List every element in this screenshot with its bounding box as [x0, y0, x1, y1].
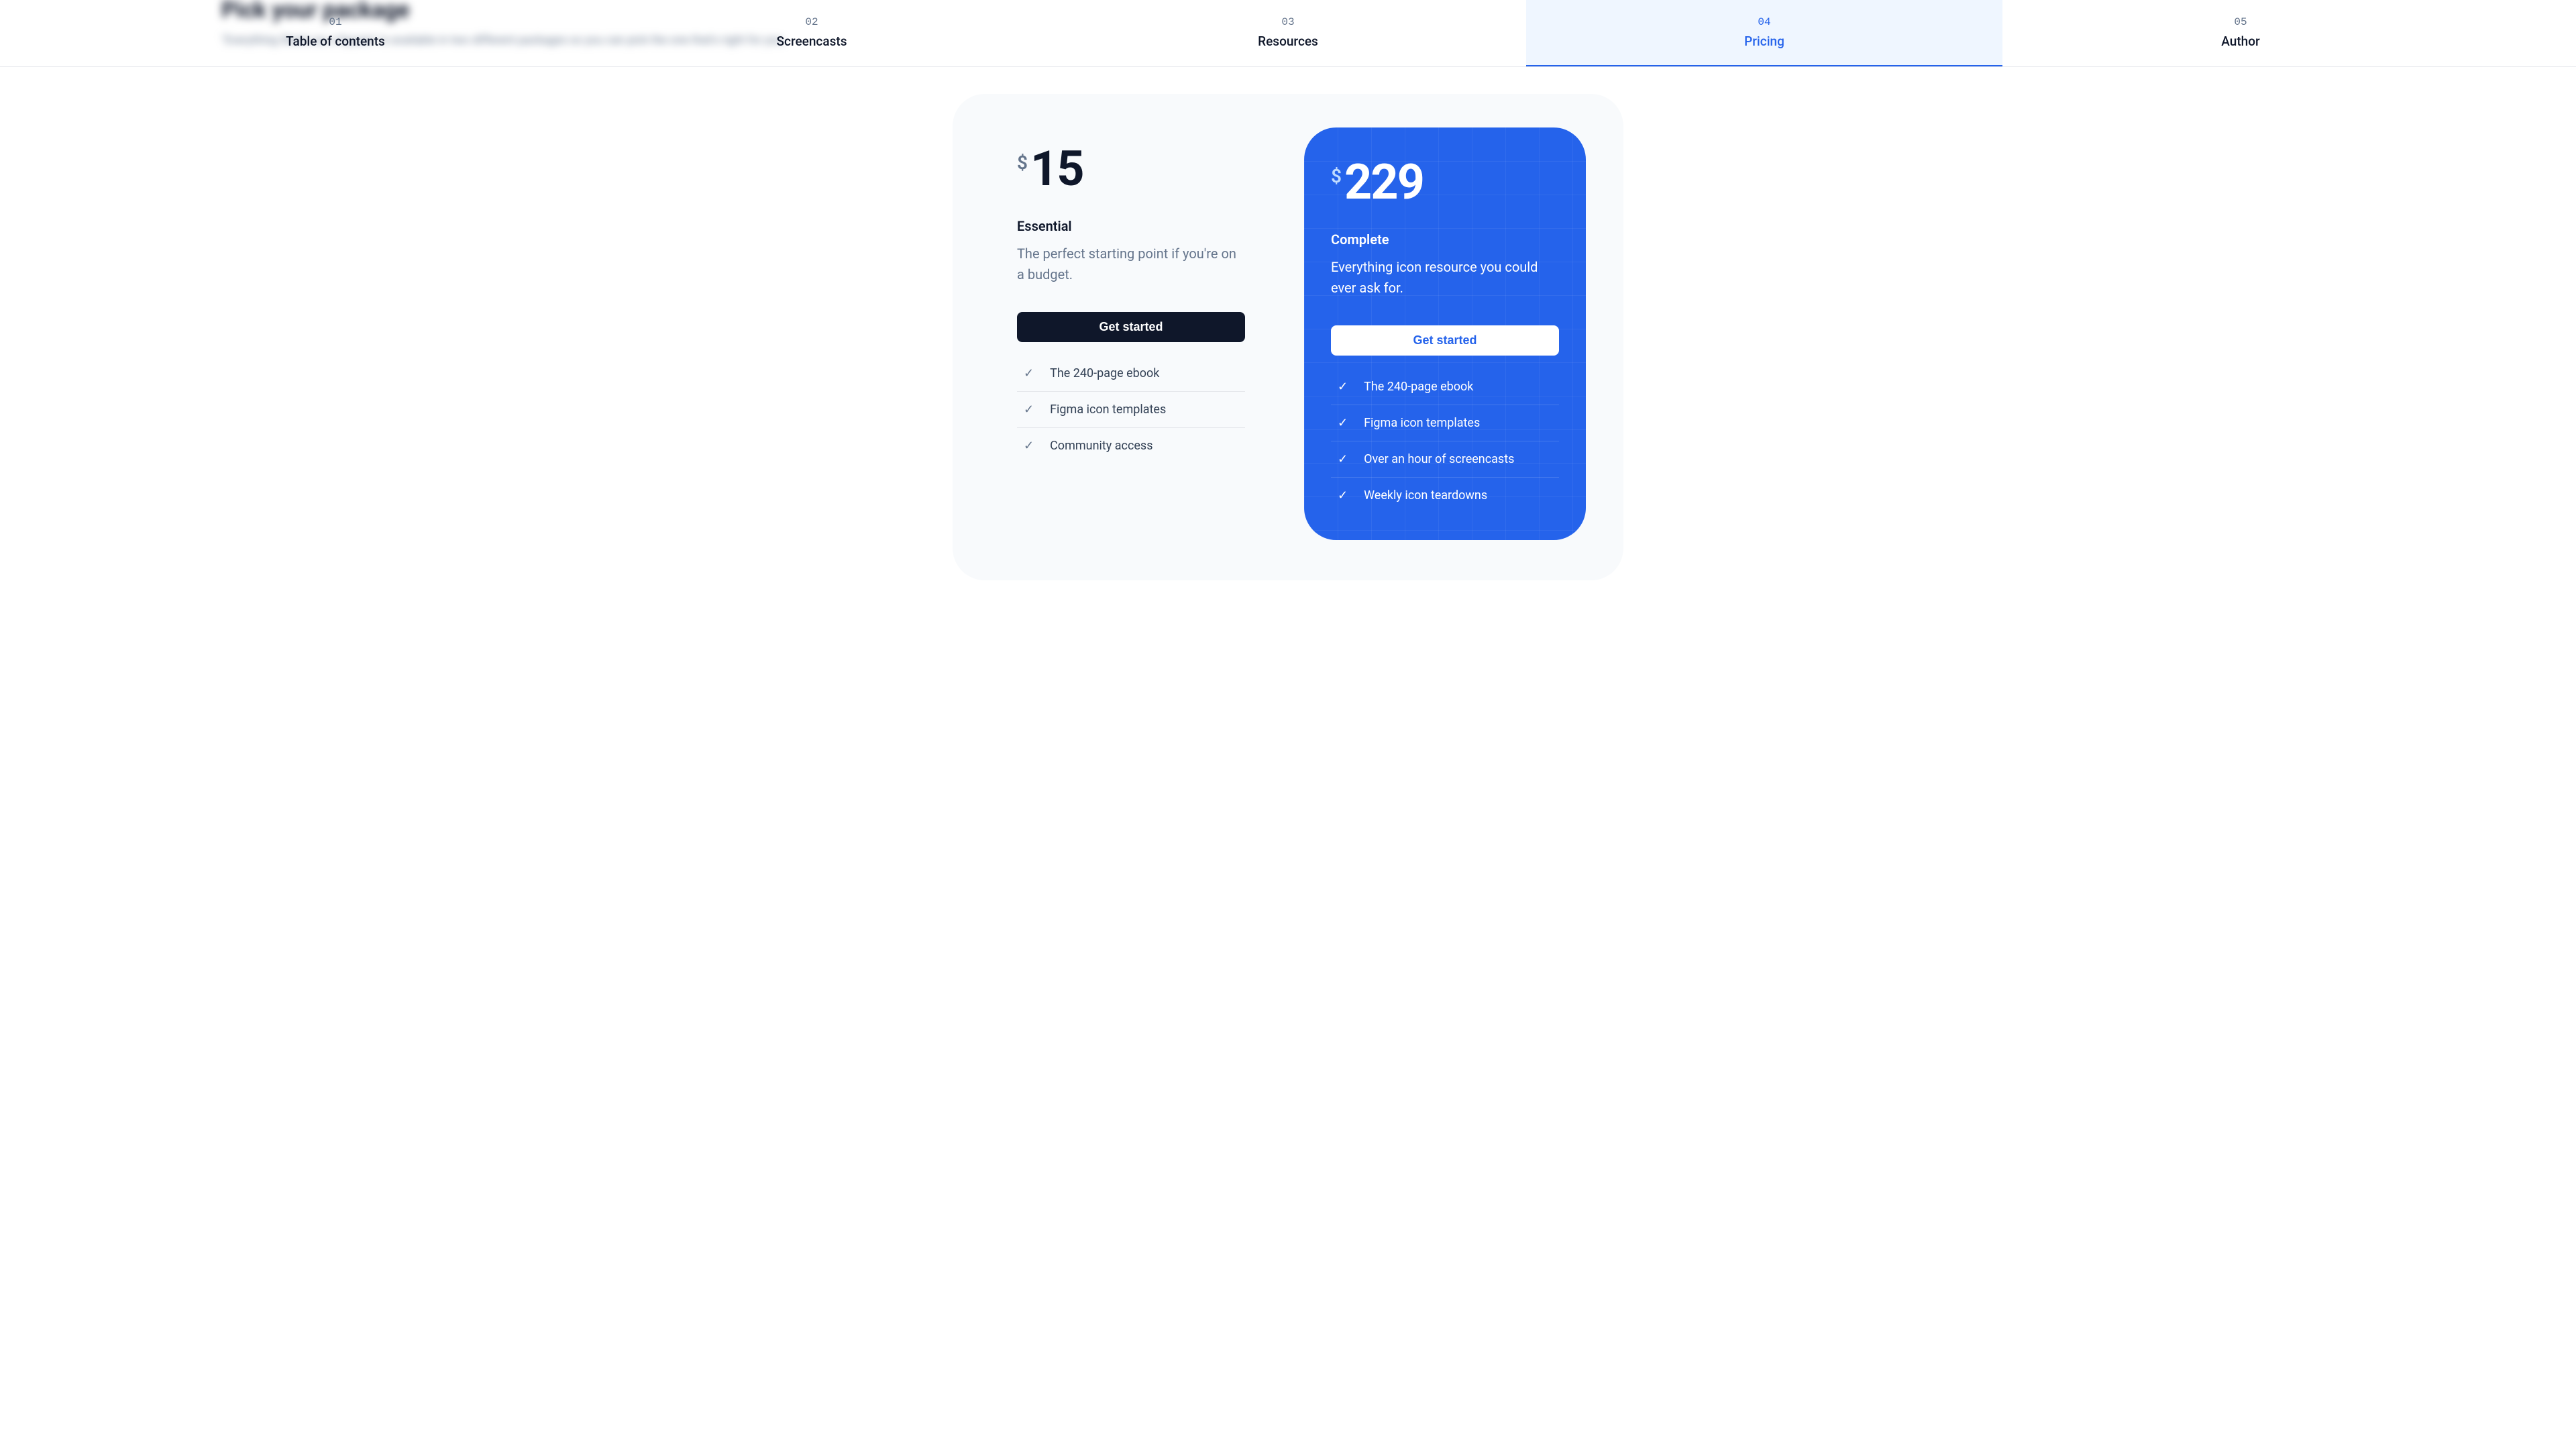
top-nav: 01 Table of contents 02 Screencasts 03 R…	[0, 0, 2576, 67]
nav-number: 01	[97, 16, 574, 28]
nav-item-table-of-contents[interactable]: 01 Table of contents	[97, 0, 574, 66]
plan-complete: $ 229 Complete Everything icon resource …	[1304, 127, 1586, 540]
feature-text: The 240-page ebook	[1050, 366, 1159, 380]
nav-number: 03	[1050, 16, 1526, 28]
price-value: 229	[1344, 161, 1424, 205]
check-icon: ✓	[1017, 366, 1034, 380]
nav-label: Table of contents	[97, 34, 574, 49]
nav-item-pricing[interactable]: 04 Pricing	[1526, 0, 2002, 66]
feature-text: Community access	[1050, 439, 1152, 453]
feature-text: The 240-page ebook	[1364, 380, 1473, 394]
price-row: $ 229	[1331, 161, 1559, 205]
features-list: ✓ The 240-page ebook ✓ Figma icon templa…	[1331, 380, 1559, 513]
plan-essential: $ 15 Essential The perfect starting poin…	[990, 148, 1272, 540]
check-icon: ✓	[1331, 380, 1348, 394]
feature-text: Figma icon templates	[1364, 416, 1480, 430]
currency-symbol: $	[1017, 152, 1028, 174]
nav-item-screencasts[interactable]: 02 Screencasts	[574, 0, 1050, 66]
nav-label: Resources	[1050, 34, 1526, 49]
pricing-section: $ 15 Essential The perfect starting poin…	[953, 94, 1623, 580]
nav-item-author[interactable]: 05 Author	[2002, 0, 2479, 66]
plan-description: The perfect starting point if you're on …	[1017, 244, 1245, 285]
check-icon: ✓	[1331, 488, 1348, 502]
nav-label: Author	[2002, 34, 2479, 49]
currency-symbol: $	[1331, 165, 1342, 187]
plan-description: Everything icon resource you could ever …	[1331, 257, 1559, 299]
check-icon: ✓	[1331, 452, 1348, 466]
feature-text: Over an hour of screencasts	[1364, 452, 1514, 466]
feature-item: ✓ The 240-page ebook	[1331, 380, 1559, 405]
check-icon: ✓	[1331, 416, 1348, 430]
feature-item: ✓ The 240-page ebook	[1017, 366, 1245, 391]
price-value: 15	[1030, 148, 1083, 191]
get-started-button[interactable]: Get started	[1331, 325, 1559, 356]
nav-number: 02	[574, 16, 1050, 28]
check-icon: ✓	[1017, 439, 1034, 453]
feature-item: ✓ Figma icon templates	[1017, 391, 1245, 427]
plan-name: Essential	[1017, 218, 1245, 234]
feature-item: ✓ Weekly icon teardowns	[1331, 477, 1559, 513]
nav-item-resources[interactable]: 03 Resources	[1050, 0, 1526, 66]
get-started-button[interactable]: Get started	[1017, 312, 1245, 342]
feature-text: Weekly icon teardowns	[1364, 488, 1487, 502]
plan-name: Complete	[1331, 231, 1559, 248]
nav-label: Screencasts	[574, 34, 1050, 49]
nav-label: Pricing	[1526, 34, 2002, 49]
nav-number: 05	[2002, 16, 2479, 28]
feature-item: ✓ Community access	[1017, 427, 1245, 464]
features-list: ✓ The 240-page ebook ✓ Figma icon templa…	[1017, 366, 1245, 464]
feature-item: ✓ Figma icon templates	[1331, 405, 1559, 441]
nav-number: 04	[1526, 16, 2002, 28]
feature-text: Figma icon templates	[1050, 403, 1166, 417]
check-icon: ✓	[1017, 403, 1034, 417]
feature-item: ✓ Over an hour of screencasts	[1331, 441, 1559, 477]
price-row: $ 15	[1017, 148, 1245, 191]
